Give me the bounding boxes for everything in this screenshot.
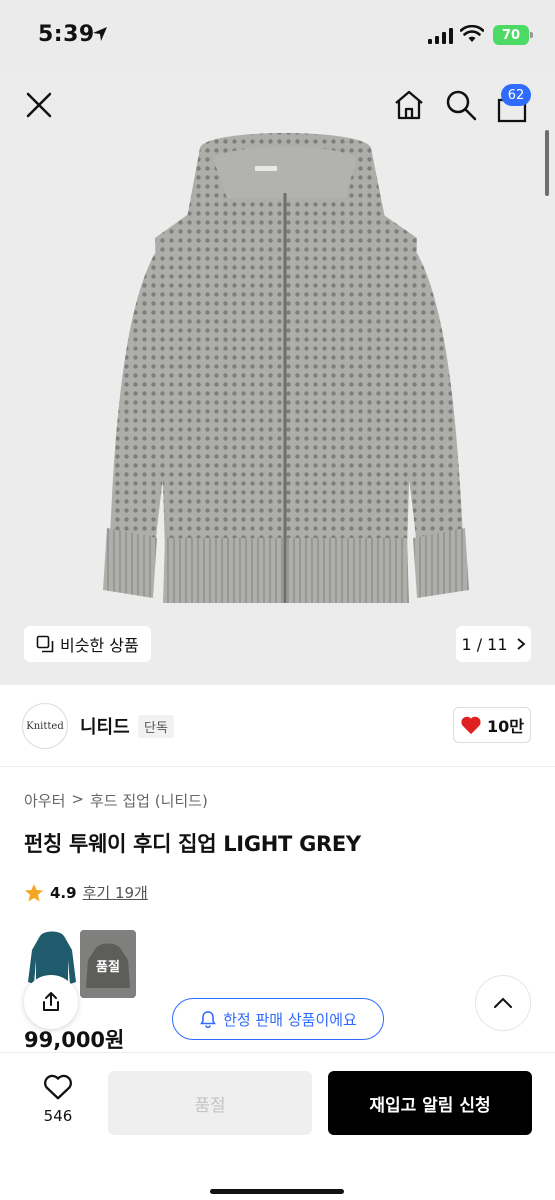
close-icon[interactable] (22, 88, 56, 122)
product-price: 99,000원 (24, 1028, 125, 1052)
status-time: 5:39 (38, 22, 95, 47)
gallery-scrollbar[interactable] (545, 130, 549, 196)
product-title: 펀칭 투웨이 후디 집업 LIGHT GREY (24, 832, 361, 856)
signal-icon (428, 28, 453, 44)
bell-icon (200, 1011, 217, 1028)
brand-like-count: 10만 (487, 717, 524, 736)
breadcrumb-subcategory[interactable]: 후드 집업 (니티드) (90, 790, 208, 811)
product-image-gallery[interactable]: 62 비슷한 상품 1 / 11 (0, 70, 555, 685)
share-icon (43, 992, 59, 1011)
search-icon[interactable] (444, 88, 478, 122)
limited-sale-notice: 한정 판매 상품이에요 (172, 998, 384, 1040)
exclusive-badge: 단독 (138, 715, 174, 738)
product-image (103, 133, 469, 603)
home-indicator (210, 1189, 344, 1194)
chevron-up-icon (494, 997, 512, 1008)
soldout-button: 품절 (108, 1071, 312, 1135)
cart-badge: 62 (501, 84, 531, 106)
wishlist-count: 546 (43, 1107, 73, 1125)
swatch-grey[interactable]: 품절 (80, 930, 136, 998)
similar-products-button[interactable]: 비슷한 상품 (24, 626, 151, 662)
brand-name[interactable]: 니티드 (80, 713, 130, 739)
heart-outline-icon (44, 1074, 72, 1100)
swatch-soldout-label: 품절 (96, 960, 120, 975)
restock-alert-button[interactable]: 재입고 알림 신청 (328, 1071, 532, 1135)
image-counter-text: 1 / 11 (461, 634, 508, 654)
breadcrumb-category[interactable]: 아우터 (24, 790, 65, 811)
location-arrow-icon (93, 27, 107, 41)
similar-products-label: 비슷한 상품 (60, 636, 139, 655)
wishlist-button[interactable]: 546 (28, 1073, 88, 1125)
share-button[interactable] (24, 975, 78, 1029)
limited-sale-text: 한정 판매 상품이에요 (223, 1010, 357, 1029)
image-counter[interactable]: 1 / 11 (456, 626, 531, 662)
battery-icon: 70 (493, 25, 533, 45)
rating-value: 4.9 (50, 883, 77, 902)
breadcrumb-separator: > (71, 790, 84, 808)
bottom-action-bar: 546 품절 재입고 알림 신청 (0, 1052, 555, 1200)
heart-filled-icon (461, 716, 481, 735)
brand-like-button[interactable]: 10만 (453, 707, 531, 743)
review-link[interactable]: 후기 19개 (83, 882, 148, 903)
home-icon[interactable] (392, 88, 426, 122)
star-icon (25, 883, 43, 901)
status-bar: 5:39 70 (0, 0, 555, 70)
breadcrumb: 아우터 > 후드 집업 (니티드) (24, 790, 208, 811)
scroll-top-button[interactable] (475, 975, 531, 1031)
wifi-icon (460, 25, 484, 42)
battery-level: 70 (501, 27, 521, 43)
similar-icon (36, 635, 54, 653)
rating-row: 4.9 후기 19개 (24, 882, 148, 903)
chevron-right-icon (516, 638, 525, 650)
brand-logo[interactable]: Knitted (22, 703, 68, 749)
brand-row[interactable]: Knitted 니티드 단독 10만 (0, 685, 555, 767)
